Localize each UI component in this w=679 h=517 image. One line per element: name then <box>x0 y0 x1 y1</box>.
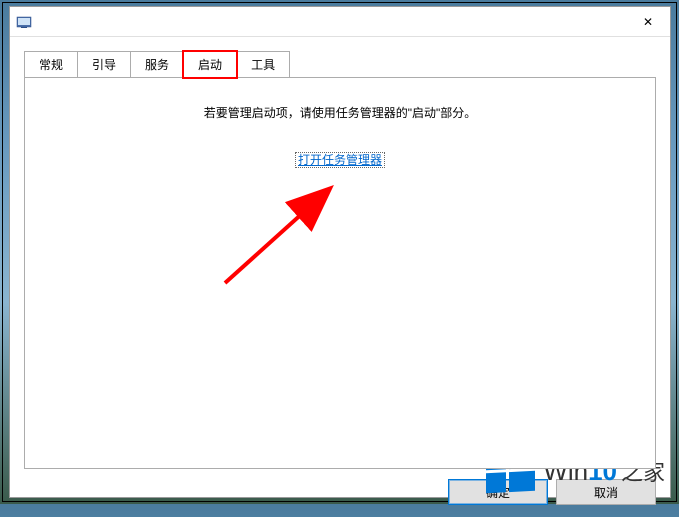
close-icon: ✕ <box>643 15 653 29</box>
cancel-button[interactable]: 取消 <box>556 479 656 505</box>
close-button[interactable]: ✕ <box>626 7 670 37</box>
annotation-arrow-icon <box>215 183 365 293</box>
tab-services[interactable]: 服务 <box>130 51 184 77</box>
tab-boot[interactable]: 引导 <box>77 51 131 77</box>
instruction-text: 若要管理启动项，请使用任务管理器的"启动"部分。 <box>25 104 655 121</box>
link-wrap: 打开任务管理器 <box>25 151 655 168</box>
titlebar: ✕ <box>10 7 670 37</box>
button-row: 确定 取消 <box>10 469 670 517</box>
title-left <box>16 14 32 30</box>
app-icon <box>16 14 32 30</box>
tab-tools[interactable]: 工具 <box>236 51 290 77</box>
msconfig-window: ✕ 常规 引导 服务 启动 工具 若要管理启动项，请使用任务管理器的"启动"部分… <box>9 6 671 498</box>
content-area: 常规 引导 服务 启动 工具 若要管理启动项，请使用任务管理器的"启动"部分。 … <box>10 37 670 469</box>
tab-startup[interactable]: 启动 <box>183 51 237 78</box>
open-task-manager-link[interactable]: 打开任务管理器 <box>295 152 385 168</box>
ok-button[interactable]: 确定 <box>448 479 548 505</box>
tab-panel: 若要管理启动项，请使用任务管理器的"启动"部分。 打开任务管理器 <box>24 77 656 469</box>
tab-general[interactable]: 常规 <box>24 51 78 77</box>
tab-strip: 常规 引导 服务 启动 工具 <box>24 51 656 77</box>
